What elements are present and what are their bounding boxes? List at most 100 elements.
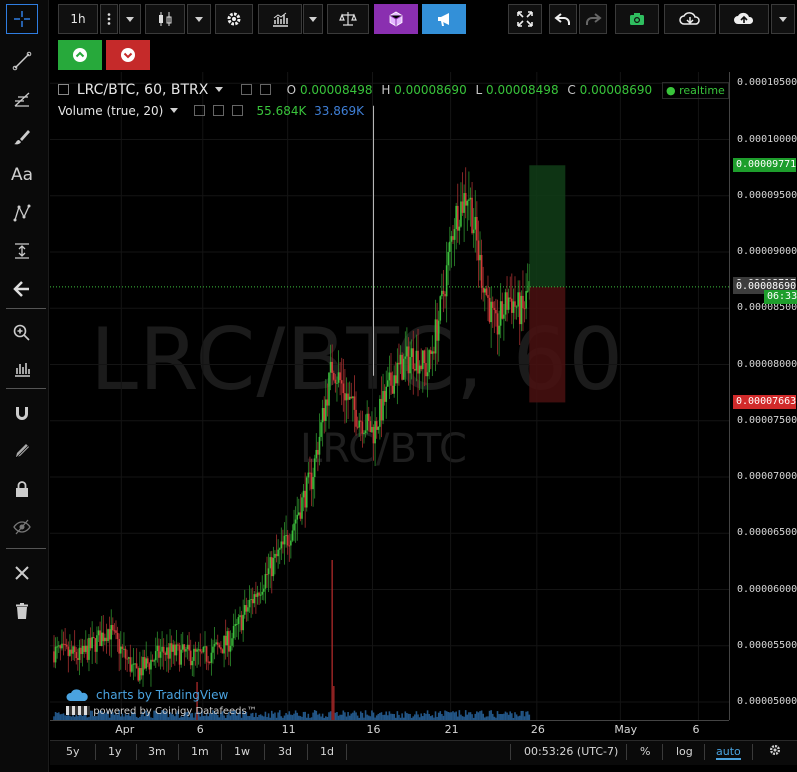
interval-more-button[interactable]	[100, 4, 118, 34]
price-chart[interactable]	[50, 72, 729, 720]
candle-body	[313, 458, 316, 478]
chart-type-dropdown[interactable]	[187, 4, 211, 34]
candle-body	[509, 297, 512, 299]
measure-tool[interactable]	[4, 236, 40, 266]
compare-button[interactable]	[327, 4, 369, 34]
redo-button[interactable]	[579, 4, 607, 34]
candle-body	[174, 644, 176, 656]
chart-pane[interactable]: LRC/BTC, 60 LRC/BTC LRC/BTC, 60, BTRX O …	[50, 72, 729, 720]
position-loss-zone	[529, 286, 566, 403]
log-toggle[interactable]: log	[676, 745, 693, 758]
scale-settings-button[interactable]	[768, 743, 782, 760]
candle-body	[477, 240, 480, 261]
volume-bar	[264, 711, 267, 720]
range-1m-button[interactable]: 1m	[191, 745, 209, 758]
range-1y-button[interactable]: 1y	[108, 745, 122, 758]
clock-label[interactable]: 00:53:26 (UTC-7)	[524, 745, 618, 758]
price-tick-label: 0.00009000	[737, 246, 797, 257]
buy-button[interactable]	[58, 40, 102, 70]
range-5y-button[interactable]: 5y	[66, 745, 80, 758]
time-scale[interactable]: Apr 6 11 16 21 26 May 6	[50, 720, 729, 739]
load-chart-button[interactable]	[664, 4, 716, 34]
collapse-legend-icon[interactable]	[58, 84, 69, 95]
interval-dropdown[interactable]	[119, 4, 141, 34]
candle-body	[364, 430, 367, 433]
pattern-tool[interactable]	[4, 198, 40, 228]
back-tool[interactable]	[4, 274, 40, 304]
brush-tool[interactable]	[4, 122, 40, 152]
hide-drawings-tool[interactable]	[4, 512, 40, 542]
range-3m-button[interactable]: 3m	[148, 745, 166, 758]
delete-tool[interactable]	[4, 596, 40, 626]
range-3d-button[interactable]: 3d	[278, 745, 292, 758]
snapshot-button[interactable]	[615, 4, 659, 34]
save-chart-dropdown[interactable]	[771, 4, 795, 34]
chevron-down-icon[interactable]	[215, 87, 224, 92]
bars-pattern-tool[interactable]	[4, 354, 40, 384]
range-1w-button[interactable]: 1w	[234, 745, 250, 758]
volume-bar	[62, 713, 65, 720]
indicators-dropdown[interactable]	[303, 4, 323, 34]
range-1d-button[interactable]: 1d	[320, 745, 334, 758]
undo-button[interactable]	[549, 4, 577, 34]
candle-body	[348, 396, 351, 400]
zoom-icon	[13, 324, 30, 341]
candle-body	[388, 372, 391, 381]
chart-type-button[interactable]	[145, 4, 185, 34]
sell-button[interactable]	[106, 40, 150, 70]
candle-body	[296, 514, 299, 520]
text-tool[interactable]: Aa	[4, 160, 40, 190]
chevron-down-icon[interactable]	[170, 108, 179, 113]
gear-icon[interactable]	[212, 105, 224, 116]
zoom-tool[interactable]	[4, 318, 40, 348]
indicators-button[interactable]	[258, 4, 302, 34]
volume-bar	[352, 712, 354, 720]
symbol-title[interactable]: LRC/BTC, 60, BTRX	[77, 82, 209, 98]
candle-body	[234, 624, 237, 626]
trendline-tool[interactable]	[4, 46, 40, 76]
interval-button[interactable]: 1h	[58, 4, 98, 34]
volume-bar	[331, 560, 333, 720]
toolbar-divider	[6, 388, 46, 389]
candle-body	[358, 420, 361, 428]
save-chart-button[interactable]	[719, 4, 769, 34]
candle-body	[96, 635, 98, 652]
gear-icon[interactable]	[259, 84, 271, 95]
ohlc-label: C	[567, 83, 576, 97]
candle-body	[491, 301, 494, 308]
candle-body	[158, 645, 160, 658]
settings-button[interactable]	[215, 4, 253, 34]
announce-button[interactable]	[422, 4, 466, 34]
crosshair-tool[interactable]	[6, 4, 38, 34]
volume-bar	[353, 710, 356, 720]
eye-icon[interactable]	[194, 105, 205, 116]
volume-bar	[452, 711, 454, 720]
chevron-down-icon	[126, 16, 134, 22]
branding-line1[interactable]: charts by TradingView	[96, 688, 228, 702]
candle-body	[243, 605, 246, 615]
percent-toggle[interactable]: %	[640, 745, 650, 758]
lock-tool[interactable]	[4, 474, 40, 504]
lock-drawings-tool[interactable]	[4, 436, 40, 466]
3d-cube-button[interactable]	[374, 4, 418, 34]
price-scale[interactable]: 0.00010500 0.00010000 0.00009500 0.00009000…	[729, 72, 797, 720]
candle-body	[62, 643, 65, 645]
volume-bar	[278, 710, 281, 720]
fullscreen-button[interactable]	[508, 4, 542, 34]
fib-tool[interactable]	[4, 84, 40, 114]
close-icon[interactable]	[231, 105, 243, 116]
ohlc-high: H 0.00008690	[381, 83, 466, 97]
tradingview-logo[interactable]	[66, 688, 90, 705]
volume-bar	[270, 710, 273, 720]
magnet-tool[interactable]	[4, 398, 40, 428]
volume-bar	[313, 710, 316, 720]
candle-body	[409, 356, 411, 374]
candle-body	[113, 630, 116, 632]
checker-logo-icon	[66, 706, 90, 715]
eye-icon[interactable]	[241, 84, 253, 95]
fib-icon	[14, 92, 30, 107]
tools-tool[interactable]	[4, 558, 40, 588]
candle-body	[299, 512, 302, 519]
volume-title[interactable]: Volume (true, 20)	[58, 104, 163, 118]
auto-toggle[interactable]: auto	[716, 745, 741, 760]
